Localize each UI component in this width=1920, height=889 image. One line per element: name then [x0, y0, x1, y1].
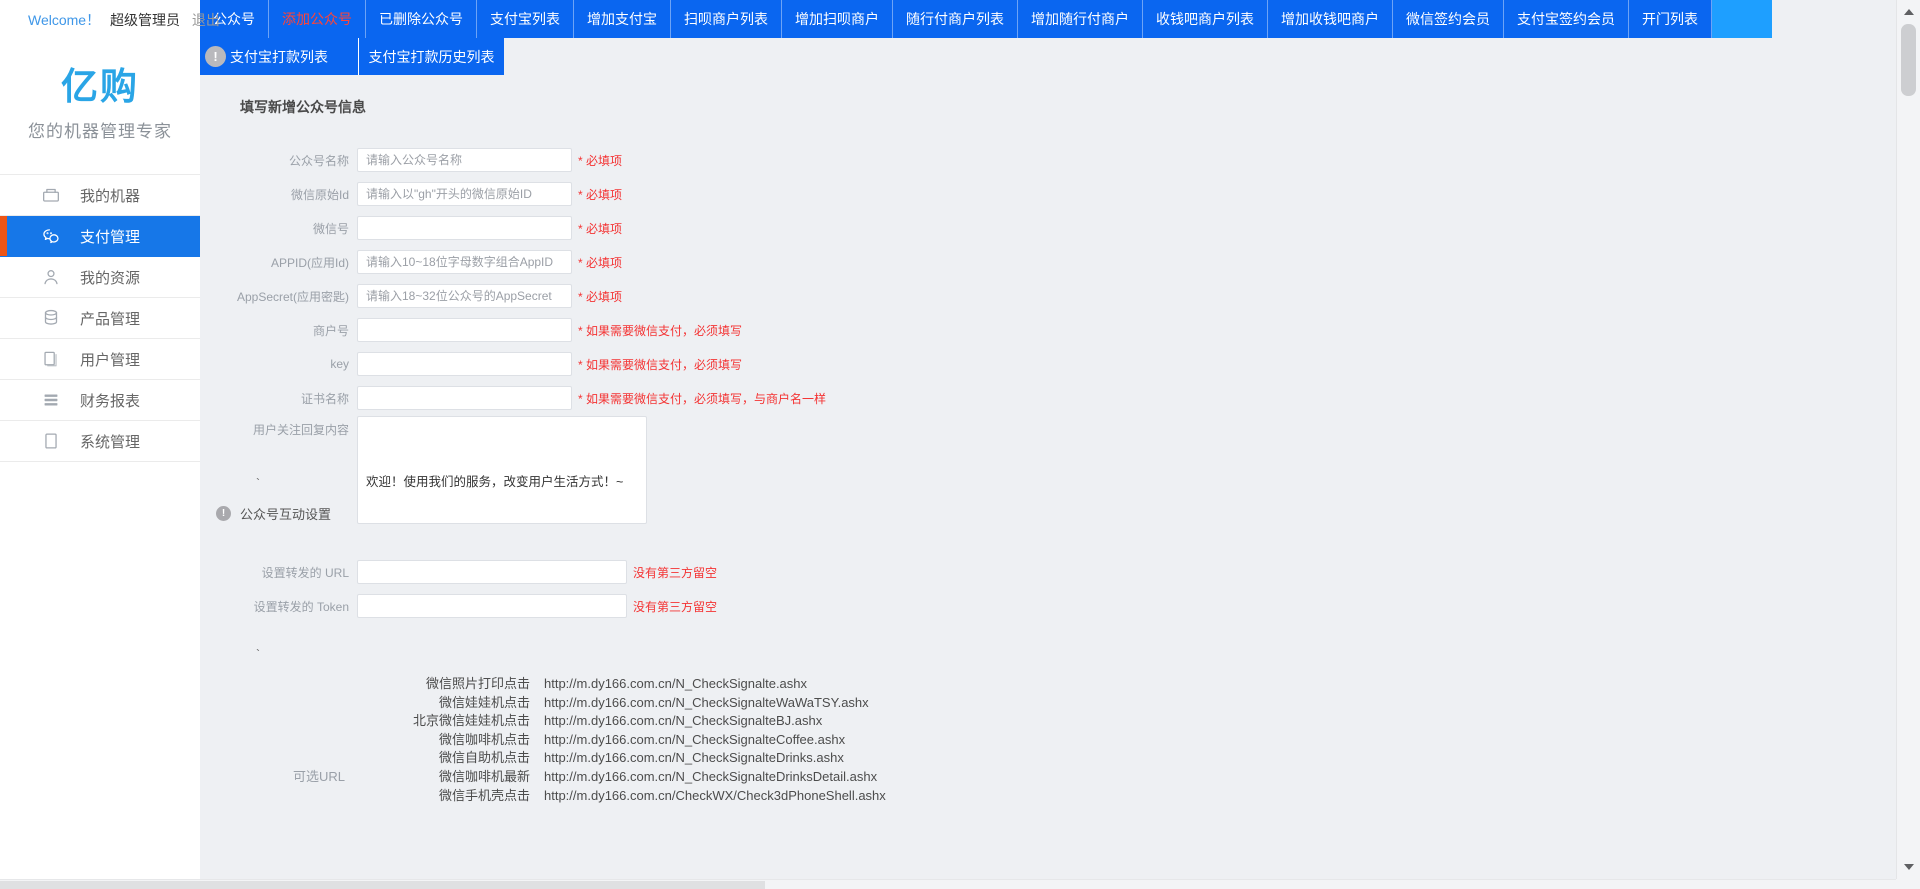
logout-link[interactable]: 退出 [192, 12, 220, 28]
wechat-pay-icon [40, 225, 62, 247]
sidebar-item-payment-mgmt[interactable]: 支付管理 [0, 216, 200, 257]
scroll-down-arrow-icon[interactable] [1897, 860, 1920, 874]
optional-url-row: 微信自助机点击 http://m.dy166.com.cn/N_CheckSig… [200, 749, 1896, 768]
machine-icon [40, 184, 62, 206]
topnav-tab-add-shouqianba-merchant[interactable]: 增加收钱吧商户 [1268, 0, 1393, 38]
form-field-row: 证书名称 * 如果需要微信支付，必须填写，与商户名一样 [200, 381, 1896, 415]
form-content: 填写新增公众号信息 公众号名称 * 必填项 微信原始Id * 必填项 微信号 *… [200, 97, 1896, 879]
form-field-row: 设置转发的 Token 没有第三方留空 [200, 589, 1896, 623]
main-area: 公众号 添加公众号 已删除公众号 支付宝列表 增加支付宝 扫呗商户列表 增加扫呗… [200, 0, 1896, 879]
reply-textarea[interactable]: 欢迎！使用我们的服务，改变用户生活方式！~ [357, 416, 647, 524]
form-field-row: 微信号 * 必填项 [200, 211, 1896, 245]
optional-url-row: 微信照片打印点击 http://m.dy166.com.cn/N_CheckSi… [200, 675, 1896, 694]
form-section-title: 填写新增公众号信息 [240, 97, 1896, 117]
optional-url-list: 微信照片打印点击 http://m.dy166.com.cn/N_CheckSi… [200, 675, 1896, 805]
form-field-row: 公众号名称 * 必填项 [200, 143, 1896, 177]
pages-icon [40, 348, 62, 370]
optional-url-row: 微信咖啡机点击 http://m.dy166.com.cn/N_CheckSig… [200, 731, 1896, 750]
top-navigation: 公众号 添加公众号 已删除公众号 支付宝列表 增加支付宝 扫呗商户列表 增加扫呗… [200, 0, 1772, 38]
optional-url-row: 微信娃娃机点击 http://m.dy166.com.cn/N_CheckSig… [200, 694, 1896, 713]
current-user[interactable]: 超级管理员 [110, 12, 180, 28]
form-field-row: key * 如果需要微信支付，必须填写 [200, 347, 1896, 381]
form-field-row: APPID(应用Id) * 必填项 [200, 245, 1896, 279]
sidebar-item-user-mgmt[interactable]: 用户管理 [0, 339, 200, 380]
cert-name-input[interactable] [357, 386, 572, 410]
topnav-tab-add-account[interactable]: 添加公众号 [269, 0, 366, 38]
form-field-row: 设置转发的 URL 没有第三方留空 [200, 555, 1896, 589]
merchant-id-input[interactable] [357, 318, 572, 342]
topnav-tab-add-saobei-merchant[interactable]: 增加扫呗商户 [782, 0, 893, 38]
account-name-input[interactable] [357, 148, 572, 172]
appid-input[interactable] [357, 250, 572, 274]
topnav-tab-alipay-sign-members[interactable]: 支付宝签约会员 [1504, 0, 1629, 38]
scrollbar-corner [1896, 879, 1920, 889]
database-icon [40, 307, 62, 329]
topnav-tab-shouqianba-merchant-list[interactable]: 收钱吧商户列表 [1143, 0, 1268, 38]
sidebar-item-my-machines[interactable]: 我的机器 [0, 175, 200, 216]
sub-navigation: ! 支付宝打款列表 支付宝打款历史列表 [200, 38, 504, 75]
form-field-row: 微信原始Id * 必填项 [200, 177, 1896, 211]
sidebar-item-my-resources[interactable]: 我的资源 [0, 257, 200, 298]
topnav-tab-add-alipay[interactable]: 增加支付宝 [574, 0, 671, 38]
topnav-tab-wechat-sign-members[interactable]: 微信签约会员 [1393, 0, 1504, 38]
welcome-text: Welcome！ [28, 12, 100, 28]
pay-key-input[interactable] [357, 352, 572, 376]
info-badge-icon: ! [216, 506, 231, 521]
horizontal-scrollbar[interactable] [0, 879, 1896, 889]
forward-url-input[interactable] [357, 560, 627, 584]
topnav-tab-deleted-accounts[interactable]: 已删除公众号 [366, 0, 477, 38]
account-fields: 公众号名称 * 必填项 微信原始Id * 必填项 微信号 * 必填项 APPID… [200, 143, 1896, 415]
reply-row: 用户关注回复内容 欢迎！使用我们的服务，改变用户生活方式！~ [200, 416, 1896, 450]
alert-badge-icon: ! [205, 46, 226, 67]
sidebar-item-system-mgmt[interactable]: 系统管理 [0, 421, 200, 462]
vertical-scrollbar[interactable] [1896, 0, 1920, 879]
document-icon [40, 430, 62, 452]
subnav-tab-alipay-transfer-history[interactable]: 支付宝打款历史列表 [358, 38, 504, 75]
form-field-row: 商户号 * 如果需要微信支付，必须填写 [200, 313, 1896, 347]
welcome-bar: Welcome！ 超级管理员 退出 [0, 0, 200, 30]
appsecret-input[interactable] [357, 284, 572, 308]
topnav-tab-add-suixingfu-merchant[interactable]: 增加随行付商户 [1018, 0, 1143, 38]
optional-url-row: 微信手机壳点击 http://m.dy166.com.cn/CheckWX/Ch… [200, 787, 1896, 806]
list-bars-icon [40, 389, 62, 411]
topnav-tab-suixingfu-merchant-list[interactable]: 随行付商户列表 [893, 0, 1018, 38]
interact-section-title: 公众号互动设置 [240, 504, 331, 523]
topnav-end-cap [1712, 0, 1772, 38]
wechat-original-id-input[interactable] [357, 182, 572, 206]
reply-label: 用户关注回复内容 [200, 416, 357, 438]
wechat-id-input[interactable] [357, 216, 572, 240]
optional-url-row: 北京微信娃娃机点击 http://m.dy166.com.cn/N_CheckS… [200, 712, 1896, 731]
person-icon [40, 266, 62, 288]
brand-logo: 亿购 [0, 56, 200, 110]
brand-tagline: 您的机器管理专家 [0, 117, 200, 142]
sidebar: Welcome！ 超级管理员 退出 亿购 您的机器管理专家 我的机器 支付管理 … [0, 0, 200, 879]
topnav-tab-alipay-list[interactable]: 支付宝列表 [477, 0, 574, 38]
stray-backtick-2: ` [256, 647, 1896, 661]
topnav-tab-open-door-list[interactable]: 开门列表 [1629, 0, 1712, 38]
sidebar-menu: 我的机器 支付管理 我的资源 产品管理 用户管理 财务报表 系统管理 [0, 174, 200, 462]
interact-fields: 设置转发的 URL 没有第三方留空 设置转发的 Token 没有第三方留空 [200, 555, 1896, 623]
sidebar-item-product-mgmt[interactable]: 产品管理 [0, 298, 200, 339]
scroll-up-arrow-icon[interactable] [1897, 5, 1920, 19]
brand: 亿购 您的机器管理专家 [0, 56, 200, 142]
topnav-tab-saobei-merchant-list[interactable]: 扫呗商户列表 [671, 0, 782, 38]
optional-url-row: 可选URL 微信咖啡机最新 http://m.dy166.com.cn/N_Ch… [200, 768, 1896, 787]
sidebar-item-finance-reports[interactable]: 财务报表 [0, 380, 200, 421]
horizontal-scroll-thumb[interactable] [0, 881, 765, 889]
forward-token-input[interactable] [357, 594, 627, 618]
vertical-scroll-thumb[interactable] [1901, 24, 1916, 96]
form-field-row: AppSecret(应用密匙) * 必填项 [200, 279, 1896, 313]
